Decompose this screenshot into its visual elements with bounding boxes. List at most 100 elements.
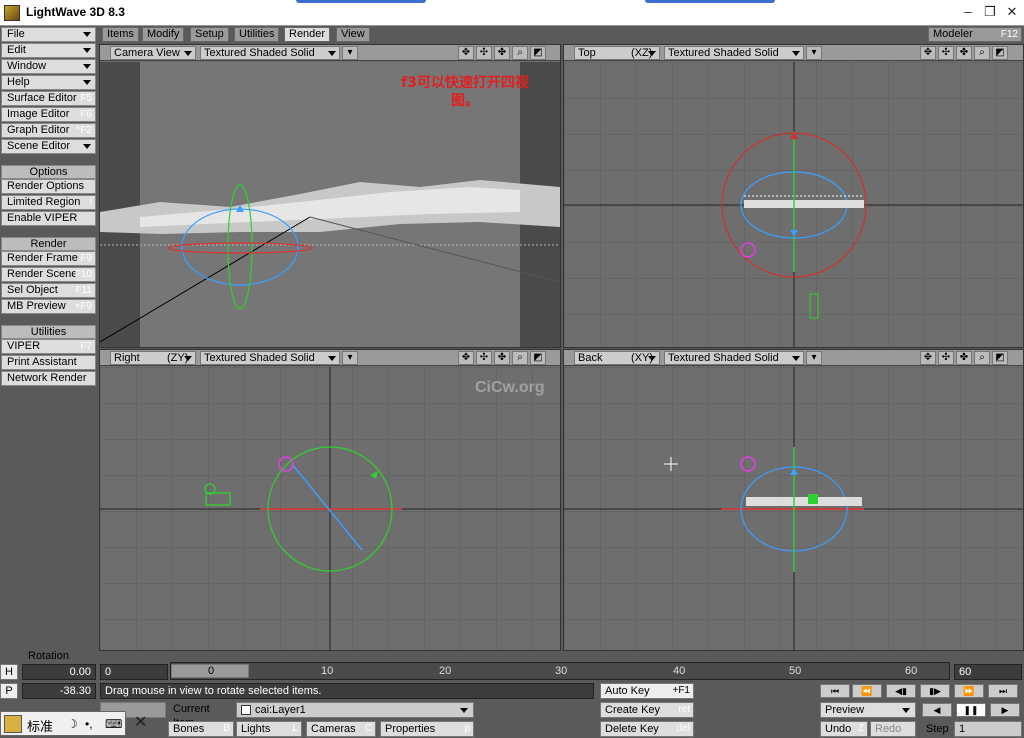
move-icon[interactable]: ✥ [458, 46, 474, 60]
camera-viewport-canvas[interactable]: f3可以快速打开四视 图。 [100, 62, 560, 347]
options-dropdown[interactable]: ▾ [806, 351, 822, 365]
auto-key-button[interactable]: Auto Key +F1 [600, 683, 694, 699]
tab-setup[interactable]: Setup [190, 27, 229, 42]
render-scene-button[interactable]: Render Scene F10 [1, 267, 96, 282]
camera-viewport[interactable]: Camera View Textured Shaded Solid ▾ ✥ ✣ … [99, 44, 561, 348]
back-viewport[interactable]: Back (XY) Textured Shaded Solid ▾ ✥ ✣ ✤ ⌕… [563, 349, 1024, 651]
play-forward-icon[interactable]: ▶ [990, 703, 1020, 717]
tab-modify[interactable]: Modify [142, 27, 185, 42]
bones-button[interactable]: Bones B [168, 721, 234, 737]
pan-icon[interactable]: ✤ [956, 351, 972, 365]
timeline-slider[interactable]: 0 [171, 664, 249, 678]
graph-editor-button[interactable]: Graph Editor ^F2 [1, 123, 96, 138]
network-render-button[interactable]: Network Render [1, 371, 96, 386]
right-viewport[interactable]: Right (ZY) Textured Shaded Solid ▾ ✥ ✣ ✤ … [99, 349, 561, 651]
minimize-button[interactable]: – [958, 3, 978, 21]
maximize-viewport-icon[interactable]: ◩ [992, 46, 1008, 60]
keyboard-icon[interactable]: ⌨ [105, 717, 122, 731]
rotate-view-icon[interactable]: ✣ [476, 46, 492, 60]
back-viewport-canvas[interactable] [564, 367, 1023, 650]
next-key-icon[interactable]: ⏩ [954, 684, 984, 698]
file-menu[interactable]: File [1, 27, 96, 42]
edit-menu[interactable]: Edit [1, 43, 96, 58]
pause-icon[interactable]: ❚❚ [956, 703, 986, 717]
rotate-view-icon[interactable]: ✣ [938, 46, 954, 60]
zoom-icon[interactable]: ⌕ [974, 46, 990, 60]
render-mode-dropdown[interactable]: Textured Shaded Solid [664, 46, 804, 60]
timeline-end-field[interactable]: 60 [954, 664, 1022, 680]
tab-utilities[interactable]: Utilities [234, 27, 280, 42]
render-mode-dropdown[interactable]: Textured Shaded Solid [200, 351, 340, 365]
help-menu[interactable]: Help [1, 75, 96, 90]
render-mode-dropdown[interactable]: Textured Shaded Solid [664, 351, 804, 365]
render-frame-button[interactable]: Render Frame F9 [1, 251, 96, 266]
modeler-button[interactable]: Modeler F12 [928, 27, 1022, 42]
mb-preview-button[interactable]: MB Preview +F9 [1, 299, 96, 314]
next-frame-icon[interactable]: ▮▶ [920, 684, 950, 698]
undo-button[interactable]: Undo Z [820, 721, 868, 737]
pan-icon[interactable]: ✤ [956, 46, 972, 60]
right-viewport-canvas[interactable]: CiCw.org [100, 367, 560, 650]
timeline-start-field[interactable]: 0 [100, 664, 168, 680]
h-value-field[interactable]: 0.00 [22, 664, 96, 680]
delete-key-button[interactable]: Delete Key del [600, 721, 694, 737]
tab-render[interactable]: Render [284, 27, 331, 42]
view-type-dropdown[interactable]: Right (ZY) [110, 351, 196, 365]
maximize-viewport-icon[interactable]: ◩ [992, 351, 1008, 365]
options-dropdown[interactable]: ▾ [342, 351, 358, 365]
play-reverse-icon[interactable]: ◀ [922, 703, 952, 717]
options-dropdown[interactable]: ▾ [342, 46, 358, 60]
print-assistant-button[interactable]: Print Assistant [1, 355, 96, 370]
create-key-button[interactable]: Create Key ret [600, 702, 694, 718]
surface-editor-button[interactable]: Surface Editor F5 [1, 91, 96, 106]
previous-key-icon[interactable]: ⏪ [852, 684, 882, 698]
maximize-viewport-icon[interactable]: ◩ [530, 351, 546, 365]
window-menu[interactable]: Window [1, 59, 96, 74]
rotate-view-icon[interactable]: ✣ [476, 351, 492, 365]
view-type-dropdown[interactable]: Camera View [110, 46, 196, 60]
pan-icon[interactable]: ✤ [494, 351, 510, 365]
viper-button[interactable]: VIPER F7 [1, 339, 96, 354]
restore-button[interactable]: ❐ [980, 3, 1000, 21]
top-viewport-canvas[interactable] [564, 62, 1023, 347]
tab-view[interactable]: View [336, 27, 370, 42]
step-field[interactable]: 1 [954, 721, 1022, 737]
zoom-icon[interactable]: ⌕ [512, 46, 528, 60]
redo-button[interactable]: Redo [870, 721, 916, 737]
go-to-end-icon[interactable]: ⏭ [988, 684, 1018, 698]
p-value-field[interactable]: -38.30 [22, 683, 96, 699]
timeline-bar[interactable]: 0 10 20 30 40 50 60 [170, 662, 950, 680]
render-options-button[interactable]: Render Options [1, 179, 96, 194]
enable-viper-button[interactable]: Enable VIPER [1, 211, 96, 226]
preview-dropdown[interactable]: Preview [820, 702, 916, 718]
punctuation-icon[interactable]: •, [85, 717, 93, 731]
ime-toolbar[interactable]: 标准 ☽ •, ⌨ [0, 711, 126, 736]
current-item-dropdown[interactable]: cai:Layer1 [236, 702, 474, 718]
options-dropdown[interactable]: ▾ [806, 46, 822, 60]
ime-mode-label[interactable]: 标准 [27, 716, 53, 735]
go-to-start-icon[interactable]: ⏮ [820, 684, 850, 698]
move-icon[interactable]: ✥ [458, 351, 474, 365]
sel-object-button[interactable]: Sel Object F11 [1, 283, 96, 298]
moon-icon[interactable]: ☽ [67, 717, 78, 731]
properties-button[interactable]: Properties p [380, 721, 474, 737]
zoom-icon[interactable]: ⌕ [512, 351, 528, 365]
scene-editor-button[interactable]: Scene Editor [1, 139, 96, 154]
cameras-button[interactable]: Cameras C [306, 721, 376, 737]
limited-region-button[interactable]: Limited Region l [1, 195, 96, 210]
move-icon[interactable]: ✥ [920, 351, 936, 365]
previous-frame-icon[interactable]: ◀▮ [886, 684, 916, 698]
close-button[interactable]: ✕ [1002, 3, 1022, 21]
maximize-viewport-icon[interactable]: ◩ [530, 46, 546, 60]
view-type-dropdown[interactable]: Back (XY) [574, 351, 660, 365]
render-mode-dropdown[interactable]: Textured Shaded Solid [200, 46, 340, 60]
view-type-dropdown[interactable]: Top (XZ) [574, 46, 660, 60]
zoom-icon[interactable]: ⌕ [974, 351, 990, 365]
move-icon[interactable]: ✥ [920, 46, 936, 60]
lights-button[interactable]: Lights L [236, 721, 302, 737]
top-viewport[interactable]: Top (XZ) Textured Shaded Solid ▾ ✥ ✣ ✤ ⌕ … [563, 44, 1024, 348]
rotate-view-icon[interactable]: ✣ [938, 351, 954, 365]
ime-close-icon[interactable]: ✕ [134, 712, 147, 732]
tab-items[interactable]: Items [102, 27, 139, 42]
pan-icon[interactable]: ✤ [494, 46, 510, 60]
